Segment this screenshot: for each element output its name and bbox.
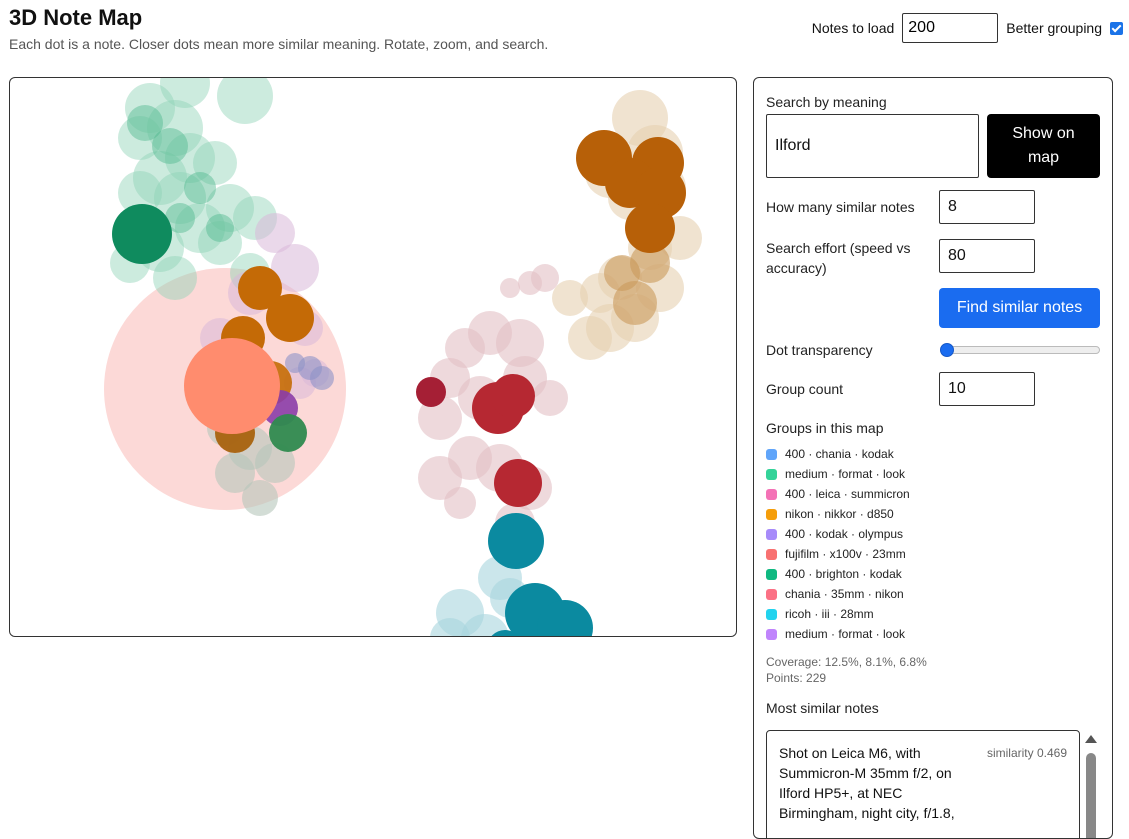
note-dot[interactable] <box>531 264 559 292</box>
group-label: 400 · leica · summicron <box>785 487 910 501</box>
search-effort-label: Search effort (speed vs accuracy) <box>766 240 911 276</box>
coverage-text: Coverage: 12.5%, 8.1%, 6.8% <box>766 655 927 669</box>
note-dot[interactable] <box>184 172 216 204</box>
note-dot[interactable] <box>444 487 476 519</box>
group-label: 400 · kodak · olympus <box>785 527 904 541</box>
group-swatch <box>766 528 777 540</box>
note-dot[interactable] <box>285 353 305 373</box>
group-count-label: Group count <box>766 381 844 397</box>
group-swatch <box>766 508 777 520</box>
note-dot[interactable] <box>488 513 544 569</box>
groups-legend: 400 · chania · kodak medium · format · lo… <box>766 444 910 644</box>
group-legend-item: 400 · brighton · kodak <box>766 564 910 584</box>
note-dot[interactable] <box>152 128 188 164</box>
note-dot[interactable] <box>532 380 568 416</box>
show-on-map-label: Show on map <box>1012 125 1075 166</box>
top-controls: Notes to load Better grouping <box>812 13 1123 43</box>
find-similar-button[interactable]: Find similar notes <box>939 288 1100 328</box>
points-count: Points: 229 <box>766 671 827 685</box>
note-dot[interactable] <box>500 278 520 298</box>
group-label: 400 · brighton · kodak <box>785 567 902 581</box>
group-label: ricoh · iii · 28mm <box>785 607 874 621</box>
group-legend-item: nikon · nikkor · d850 <box>766 504 910 524</box>
better-grouping-checkbox[interactable] <box>1110 21 1123 35</box>
note-map-svg[interactable] <box>10 78 736 636</box>
group-swatch <box>766 588 777 600</box>
note-dot[interactable] <box>206 214 234 242</box>
note-dot[interactable] <box>184 338 280 434</box>
group-legend-item: 400 · leica · summicron <box>766 484 910 504</box>
group-label: medium · format · look <box>785 627 906 641</box>
note-dot[interactable] <box>552 280 588 316</box>
search-input[interactable]: Ilford <box>766 114 979 178</box>
group-swatch <box>766 468 777 480</box>
group-label: fujifilm · x100v · 23mm <box>785 547 906 561</box>
note-dot[interactable] <box>625 203 675 253</box>
similarity-score: similarity 0.469 <box>986 746 1067 760</box>
transparency-slider-thumb[interactable] <box>940 343 954 357</box>
group-legend-item: fujifilm · x100v · 23mm <box>766 544 910 564</box>
note-text: Shot on Leica M6, with Summicron-M 35mm … <box>779 745 955 821</box>
group-legend-item: medium · format · look <box>766 464 910 484</box>
group-swatch <box>766 628 777 640</box>
note-dot[interactable] <box>491 374 535 418</box>
note-map-canvas[interactable] <box>9 77 737 637</box>
transparency-slider[interactable] <box>942 346 1100 354</box>
scroll-up-arrow-icon[interactable] <box>1085 735 1097 743</box>
group-label: 400 · chania · kodak <box>785 447 894 461</box>
transparency-label: Dot transparency <box>766 342 873 358</box>
note-dot[interactable] <box>153 256 197 300</box>
group-label: nikon · nikkor · d850 <box>785 507 894 521</box>
note-dot[interactable] <box>217 78 273 124</box>
side-panel: Search by meaning Ilford Show on map How… <box>753 77 1113 839</box>
similar-count-input[interactable]: 8 <box>939 190 1035 224</box>
group-legend-item: ricoh · iii · 28mm <box>766 604 910 624</box>
note-dot[interactable] <box>266 294 314 342</box>
group-swatch <box>766 608 777 620</box>
group-swatch <box>766 448 777 460</box>
group-count-input[interactable]: 10 <box>939 372 1035 406</box>
similar-count-label: How many similar notes <box>766 199 915 215</box>
group-label: chania · 35mm · nikon <box>785 587 904 601</box>
note-dot[interactable] <box>310 366 334 390</box>
search-label: Search by meaning <box>766 94 887 110</box>
group-legend-item: 400 · kodak · olympus <box>766 524 910 544</box>
most-similar-title: Most similar notes <box>766 700 879 716</box>
group-swatch <box>766 488 777 500</box>
note-dot[interactable] <box>613 281 657 325</box>
notes-to-load-input[interactable] <box>902 13 999 43</box>
group-swatch <box>766 548 777 560</box>
group-legend-item: 400 · chania · kodak <box>766 444 910 464</box>
group-label: medium · format · look <box>785 467 906 481</box>
scrollbar-thumb[interactable] <box>1086 753 1096 838</box>
note-dot[interactable] <box>269 414 307 452</box>
notes-to-load-label: Notes to load <box>811 20 895 36</box>
groups-title: Groups in this map <box>766 420 884 436</box>
note-dot[interactable] <box>494 459 542 507</box>
group-legend-item: chania · 35mm · nikon <box>766 584 910 604</box>
search-effort-input[interactable]: 80 <box>939 239 1035 273</box>
group-swatch <box>766 568 777 580</box>
group-legend-item: medium · format · look <box>766 624 910 644</box>
show-on-map-button[interactable]: Show on map <box>987 114 1100 178</box>
note-dot[interactable] <box>416 377 446 407</box>
note-dot[interactable] <box>112 204 172 264</box>
note-dot[interactable] <box>242 480 278 516</box>
similar-note-card[interactable]: similarity 0.469 Shot on Leica M6, with … <box>766 730 1080 838</box>
better-grouping-label: Better grouping <box>1006 20 1102 36</box>
